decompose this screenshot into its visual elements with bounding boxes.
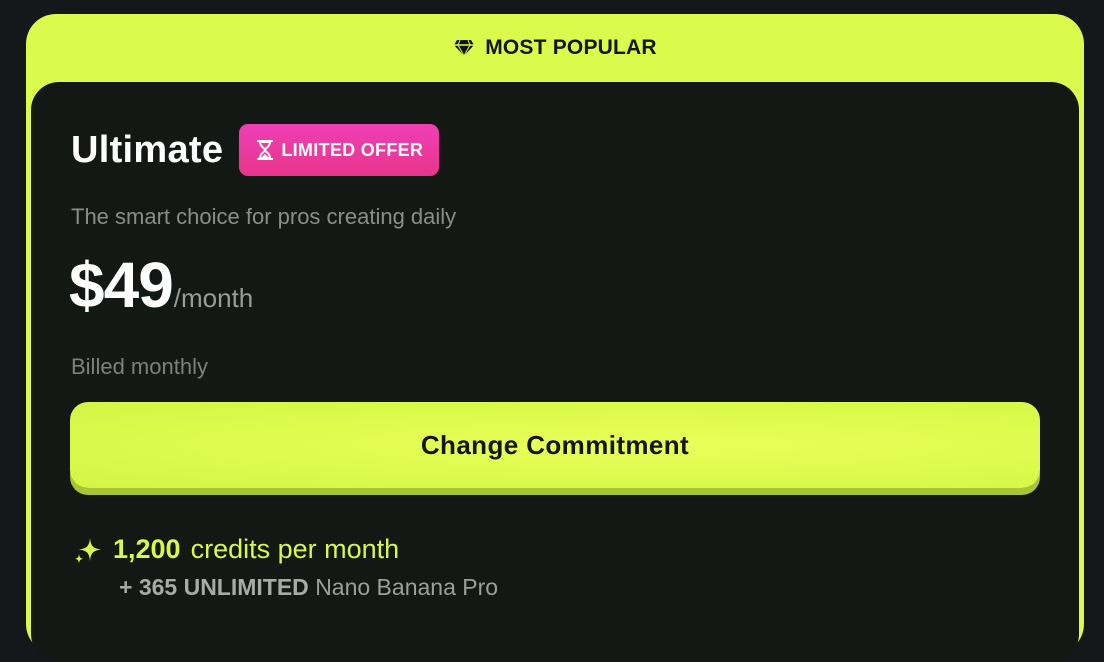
unlimited-model: Nano Banana Pro <box>315 574 499 600</box>
change-commitment-button[interactable]: Change Commitment <box>70 402 1040 488</box>
unlimited-feature: + 365 UNLIMITED Nano Banana Pro <box>119 574 498 601</box>
diamond-icon <box>453 39 475 57</box>
plan-card-body: Ultimate LIMITED OFFER The smart choice … <box>31 82 1079 662</box>
credits-feature: 1,200 credits per month <box>73 534 399 565</box>
price-amount: $49 <box>69 249 174 321</box>
plan-title-row: Ultimate LIMITED OFFER <box>71 124 440 176</box>
sparkle-icon <box>73 535 103 565</box>
limited-offer-label: LIMITED OFFER <box>281 139 424 160</box>
most-popular-banner: MOST POPULAR <box>26 14 1084 82</box>
plan-subtitle: The smart choice for pros creating daily <box>71 204 457 229</box>
pricing-card: MOST POPULAR Ultimate LIMITED OFFER The … <box>26 14 1084 662</box>
price-row: $49 /month <box>69 248 253 322</box>
unlimited-prefix: + 365 UNLIMITED <box>119 574 309 600</box>
price-period: /month <box>173 283 254 313</box>
limited-offer-badge: LIMITED OFFER <box>239 124 440 176</box>
credits-label: credits per month <box>190 534 400 564</box>
plan-title: Ultimate <box>71 128 224 171</box>
most-popular-label: MOST POPULAR <box>485 36 657 59</box>
billing-note: Billed monthly <box>71 354 208 379</box>
hourglass-icon <box>257 140 274 160</box>
credits-amount: 1,200 <box>113 534 181 564</box>
